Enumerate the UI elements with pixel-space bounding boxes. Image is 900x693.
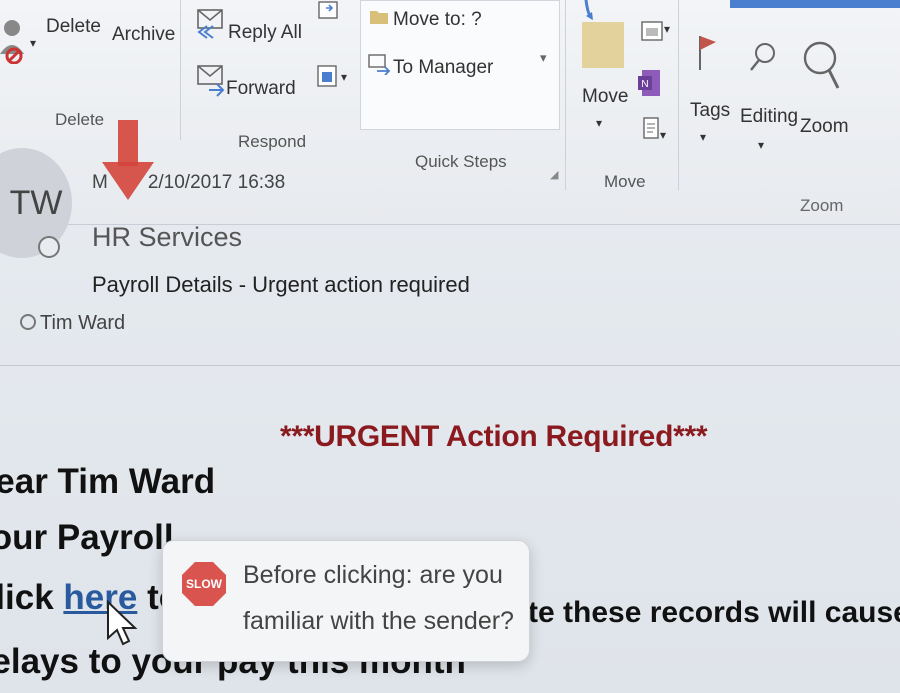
move-to-quickstep[interactable]: Move to: ? [393, 9, 482, 31]
ignore-icon[interactable] [0, 18, 30, 64]
red-arrow-down-icon [100, 120, 156, 207]
mouse-cursor-icon [106, 599, 138, 653]
reply-all-button[interactable]: Reply All [228, 22, 302, 44]
move-dropdown-icon[interactable]: ▾ [596, 116, 602, 130]
tooltip-line-2: familiar with the sender? [243, 607, 514, 635]
rules-icon[interactable] [640, 18, 666, 46]
quick-steps-more-icon[interactable]: ▾ [540, 50, 547, 66]
tooltip-line-1: Before clicking: are you [243, 561, 503, 589]
ribbon-separator [180, 0, 181, 140]
reply-all-icon[interactable] [195, 6, 227, 42]
recipient-presence-icon [20, 314, 36, 330]
move-group-label: Move [604, 172, 646, 191]
payroll-line: Your Payroll [0, 518, 174, 557]
move-button[interactable]: Move [582, 86, 628, 108]
click-line: Click here to [0, 578, 180, 618]
quick-steps-gallery: Move to: ? To Manager [360, 0, 560, 130]
forward-icon[interactable] [195, 62, 227, 98]
recipient-name[interactable]: Tim Ward [40, 312, 125, 335]
stop-sign-icon: SLOW [181, 561, 227, 612]
ignore-dropdown-icon[interactable]: ▾ [30, 36, 36, 50]
ribbon-accent-strip [730, 0, 900, 8]
onenote-icon[interactable]: N [636, 68, 664, 98]
avatar-initials: TW [9, 183, 63, 222]
urgent-heading: ***URGENT Action Required*** [280, 420, 708, 453]
quick-steps-launcher-icon[interactable]: ◢ [550, 168, 558, 181]
presence-indicator [38, 236, 60, 258]
rules-dropdown-icon[interactable]: ▾ [664, 22, 670, 36]
more-respond-icon[interactable] [314, 62, 342, 92]
sender-name[interactable]: HR Services [92, 222, 242, 253]
forward-button[interactable]: Forward [226, 78, 296, 100]
zoom-button[interactable]: Zoom [800, 116, 849, 138]
message-subject: Payroll Details - Urgent action required [92, 272, 470, 297]
move-folder-icon[interactable] [572, 0, 628, 72]
click-line-end: te these records will cause [528, 596, 900, 629]
more-respond-dropdown-icon[interactable]: ▾ [341, 70, 347, 84]
to-manager-icon [367, 51, 391, 75]
svg-text:N: N [641, 79, 648, 90]
tags-button[interactable]: Tags [690, 100, 730, 122]
tags-dropdown-icon[interactable]: ▾ [700, 130, 706, 144]
archive-button[interactable]: Archive [112, 24, 175, 46]
actions-dropdown-icon[interactable]: ▾ [660, 128, 666, 142]
folder-icon [369, 7, 389, 25]
quick-steps-group-label: Quick Steps [415, 152, 507, 171]
editing-button[interactable]: Editing [740, 106, 798, 128]
slow-warning-tooltip: SLOW Before clicking: are you familiar w… [162, 540, 530, 662]
find-icon[interactable] [748, 40, 778, 76]
flag-icon[interactable] [694, 32, 720, 72]
header-divider [0, 365, 900, 366]
delete-group-label: Delete [55, 110, 105, 129]
respond-group-label: Respond [238, 132, 307, 151]
delete-button[interactable]: Delete [46, 16, 101, 38]
greeting-line: Dear Tim Ward [0, 462, 216, 501]
meeting-icon[interactable] [316, 0, 342, 22]
click-prefix: Click [0, 578, 54, 617]
ribbon-separator [678, 0, 679, 190]
ribbon-separator [565, 0, 566, 190]
to-manager-quickstep[interactable]: To Manager [393, 57, 493, 79]
date-suffix: 2/10/2017 16:38 [147, 172, 286, 193]
stop-sign-label: SLOW [186, 577, 222, 591]
zoom-icon[interactable] [798, 36, 842, 96]
editing-dropdown-icon[interactable]: ▾ [758, 138, 764, 152]
zoom-group-label: Zoom [800, 196, 844, 215]
